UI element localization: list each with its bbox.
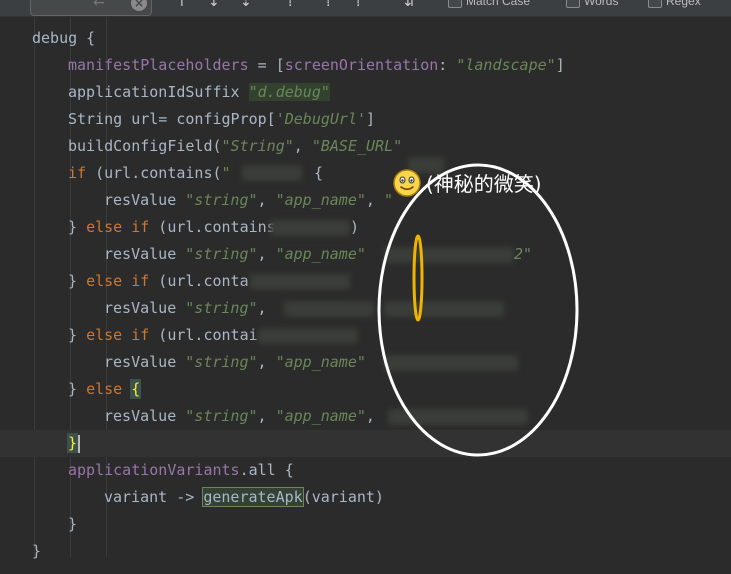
smiley-face-icon [393,169,421,197]
annotation-circle [377,163,579,457]
annotation-text: (神秘的微笑) [426,172,542,196]
cursor-highlight-mark [412,234,424,322]
annotation-overlay [377,163,579,457]
